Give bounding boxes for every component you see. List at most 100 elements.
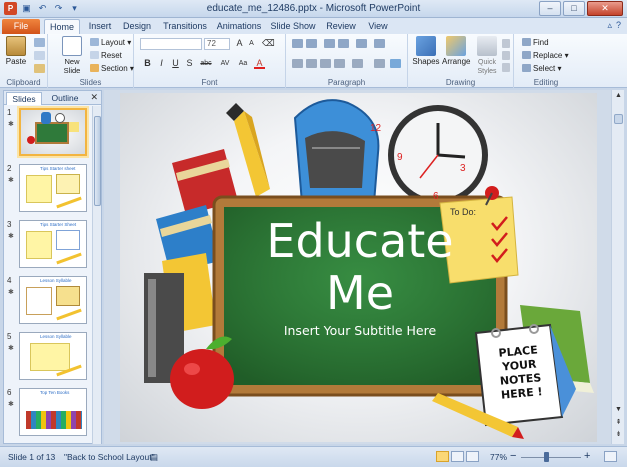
- slide-title-line-2[interactable]: Me: [250, 269, 470, 317]
- italic-button[interactable]: I: [156, 58, 167, 69]
- underline-button[interactable]: U: [170, 58, 181, 69]
- new-slide-button[interactable]: New Slide: [58, 36, 86, 75]
- slide-canvas[interactable]: Educate Me Insert Your Subtitle Here To …: [120, 93, 597, 442]
- slide-thumbnail-1[interactable]: [19, 108, 87, 156]
- align-center-icon[interactable]: [306, 59, 317, 68]
- font-size-field[interactable]: 72: [204, 38, 230, 50]
- numbering-icon[interactable]: [306, 39, 317, 48]
- tab-insert[interactable]: Insert: [84, 19, 116, 34]
- character-spacing-button[interactable]: AV: [218, 58, 232, 69]
- tab-review[interactable]: Review: [323, 19, 359, 34]
- tab-home[interactable]: Home: [44, 19, 80, 34]
- tab-animations[interactable]: Animations: [215, 19, 263, 34]
- align-left-icon[interactable]: [292, 59, 303, 68]
- change-case-button[interactable]: Aa: [236, 58, 250, 69]
- thumbnail-row[interactable]: 6 ✱ Top Ten Books: [4, 386, 91, 440]
- bold-button[interactable]: B: [142, 58, 153, 69]
- columns-icon[interactable]: [352, 59, 363, 68]
- scroll-up-icon[interactable]: ▲: [612, 92, 625, 99]
- zoom-in-button[interactable]: +: [584, 450, 590, 462]
- close-pane-icon[interactable]: ✕: [90, 92, 98, 103]
- format-painter-icon[interactable]: [34, 64, 45, 73]
- slide-thumbnail-4[interactable]: Lesson Syllable: [19, 276, 87, 324]
- minimize-button[interactable]: –: [539, 1, 561, 16]
- thumbnail-row[interactable]: 1 ✱: [4, 106, 91, 160]
- replace-button[interactable]: Replace ▾: [522, 50, 569, 61]
- tab-transitions[interactable]: Transitions: [160, 19, 210, 34]
- thumbnail-row[interactable]: 4 ✱ Lesson Syllable: [4, 274, 91, 328]
- fit-slide-icon[interactable]: [604, 451, 617, 462]
- strikethrough-button[interactable]: abc: [198, 58, 214, 69]
- tab-design[interactable]: Design: [120, 19, 154, 34]
- maximize-button[interactable]: □: [563, 1, 585, 16]
- font-color-button[interactable]: A: [254, 58, 265, 69]
- pane-scrollbar[interactable]: [92, 106, 101, 444]
- thumbnail-row[interactable]: 5 ✱ Lesson Syllable: [4, 330, 91, 384]
- pane-scrollbar-thumb[interactable]: [94, 116, 101, 206]
- font-name-field[interactable]: [140, 38, 202, 50]
- line-spacing-icon[interactable]: [356, 39, 367, 48]
- bullets-icon[interactable]: [292, 39, 303, 48]
- layout-button[interactable]: Layout ▾: [90, 37, 131, 48]
- editor-scrollbar-thumb[interactable]: [614, 114, 623, 124]
- shape-effects-icon[interactable]: [502, 63, 510, 72]
- thumbnail-row[interactable]: 3 ✱ Tips Starter Sheet: [4, 218, 91, 272]
- slide-thumbnail-5[interactable]: Lesson Syllable: [19, 332, 87, 380]
- minimize-ribbon-icon[interactable]: ▵: [607, 20, 612, 31]
- copy-icon[interactable]: [34, 51, 45, 60]
- arrange-button[interactable]: Arrange: [442, 36, 470, 66]
- cut-icon[interactable]: [34, 38, 45, 47]
- increase-indent-icon[interactable]: [338, 39, 349, 48]
- tab-file[interactable]: File: [2, 19, 40, 34]
- reset-button[interactable]: Reset: [90, 50, 122, 61]
- reading-view-icon[interactable]: [466, 451, 479, 462]
- zoom-slider-knob[interactable]: [544, 452, 549, 462]
- slide-thumbnail-2[interactable]: Tips Starter sheet: [19, 164, 87, 212]
- spellcheck-icon[interactable]: ▤: [150, 452, 158, 463]
- decrease-indent-icon[interactable]: [324, 39, 335, 48]
- select-button[interactable]: Select ▾: [522, 63, 561, 74]
- zoom-out-button[interactable]: −: [510, 450, 516, 462]
- tab-slides[interactable]: Slides: [6, 92, 42, 105]
- shrink-font-icon[interactable]: A: [246, 38, 257, 49]
- editor-scrollbar[interactable]: ▲ ▼ ⇞ ⇟: [611, 90, 624, 444]
- align-right-icon[interactable]: [320, 59, 331, 68]
- paste-button[interactable]: Paste: [2, 36, 30, 66]
- justify-icon[interactable]: [334, 59, 345, 68]
- zoom-level[interactable]: 77%: [490, 452, 507, 462]
- next-slide-icon[interactable]: ⇟: [612, 430, 625, 438]
- group-label-slides: Slides: [79, 78, 102, 87]
- grow-font-icon[interactable]: A: [234, 38, 245, 49]
- new-slide-label: New Slide: [63, 57, 81, 75]
- tab-outline[interactable]: Outline: [46, 92, 84, 105]
- transition-icon: ✱: [8, 289, 14, 296]
- tab-slide-show[interactable]: Slide Show: [269, 19, 317, 34]
- close-button[interactable]: ✕: [587, 1, 623, 16]
- thumbnail-title: Lesson Syllable: [40, 278, 72, 283]
- slide-thumbnail-6[interactable]: Top Ten Books: [19, 388, 87, 436]
- shapes-button[interactable]: Shapes: [412, 36, 440, 66]
- thumbnail-title: Top Ten Books: [40, 390, 70, 395]
- tab-view[interactable]: View: [364, 19, 392, 34]
- quick-styles-button[interactable]: Quick Styles: [472, 36, 502, 75]
- slide-subtitle[interactable]: Insert Your Subtitle Here: [250, 323, 470, 338]
- shape-outline-icon[interactable]: [502, 51, 510, 60]
- align-text-icon[interactable]: [374, 59, 385, 68]
- thumbnail-title: Tips Starter Sheet: [40, 222, 77, 227]
- previous-slide-icon[interactable]: ⇞: [612, 418, 625, 426]
- text-shadow-button[interactable]: S: [184, 58, 195, 69]
- clear-formatting-icon[interactable]: ⌫: [262, 38, 275, 49]
- normal-view-icon[interactable]: [436, 451, 449, 462]
- zoom-slider-track[interactable]: [521, 457, 581, 458]
- text-direction-icon[interactable]: [374, 39, 385, 48]
- section-button[interactable]: Section ▾: [90, 63, 134, 74]
- help-icon[interactable]: ?: [616, 20, 621, 31]
- slide-sorter-view-icon[interactable]: [451, 451, 464, 462]
- shape-fill-icon[interactable]: [502, 39, 510, 48]
- find-button[interactable]: Find: [522, 37, 549, 48]
- scroll-down-icon[interactable]: ▼: [612, 406, 625, 413]
- slide-title-line-1[interactable]: Educate: [250, 217, 470, 265]
- smartart-icon[interactable]: [390, 59, 401, 68]
- thumbnail-row[interactable]: 2 ✱ Tips Starter sheet: [4, 162, 91, 216]
- slide-thumbnail-3[interactable]: Tips Starter Sheet: [19, 220, 87, 268]
